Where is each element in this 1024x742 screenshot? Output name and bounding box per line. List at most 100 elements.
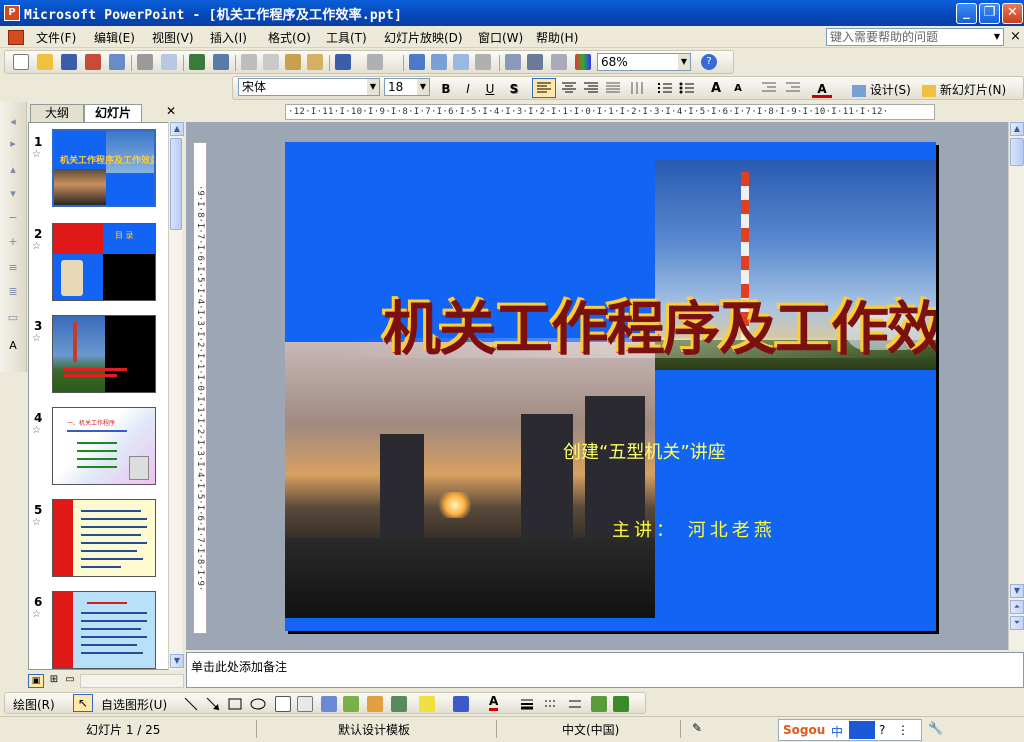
minimize-button[interactable]: _ — [956, 3, 977, 24]
picture-icon[interactable] — [391, 696, 407, 712]
ime-help-icon[interactable]: ? — [879, 723, 885, 737]
scroll-down-icon[interactable]: ▼ — [1010, 584, 1024, 598]
arrow-icon[interactable] — [205, 696, 221, 712]
wrench-icon[interactable]: 🔧 — [928, 721, 943, 735]
new-slide-button[interactable]: 新幻灯片(N) — [922, 81, 1006, 98]
wordart-icon[interactable] — [321, 696, 337, 712]
slide-thumbnail-1[interactable]: 机关工作程序及工作效益 — [52, 129, 156, 207]
chart-icon[interactable] — [409, 54, 425, 70]
tab-slides[interactable]: 幻灯片 — [84, 104, 142, 122]
menu-tools[interactable]: 工具(T) — [326, 29, 367, 46]
fill-color-icon[interactable] — [419, 696, 435, 712]
menu-file[interactable]: 文件(F) — [36, 29, 76, 46]
collapse-all-icon[interactable]: ≡ — [6, 262, 20, 274]
previous-slide-icon[interactable]: ⏶ — [1010, 600, 1024, 614]
bold-button[interactable]: B — [436, 80, 456, 98]
3d-style-icon[interactable] — [613, 696, 629, 712]
powerpoint-icon[interactable]: P — [4, 5, 20, 21]
ime-toolbar[interactable]: Sogou 中 ? ⋮ — [778, 719, 922, 741]
redo-icon[interactable] — [367, 54, 383, 70]
zoom-select[interactable]: 68% ▼ — [597, 53, 691, 71]
align-left-button[interactable] — [532, 78, 556, 98]
shadow-button[interactable]: S — [504, 80, 524, 98]
scroll-thumb[interactable] — [170, 138, 182, 230]
help-icon[interactable]: ? — [701, 54, 717, 70]
color-grayscale-icon[interactable] — [575, 54, 591, 70]
collapse-icon[interactable]: − — [6, 212, 20, 224]
horizontal-scrollbar[interactable] — [80, 674, 184, 688]
spelling-status-icon[interactable]: ✎ — [692, 721, 702, 735]
font-color-button[interactable]: A — [812, 80, 832, 98]
format-painter-icon[interactable] — [307, 54, 323, 70]
autoshapes-menu[interactable]: 自选图形(U) — [101, 696, 167, 713]
slide-subtitle[interactable]: 创建“五型机关”讲座 — [563, 438, 726, 464]
slide-canvas[interactable]: 机关工作程序及工作效益 创建“五型机关”讲座 主讲： 河北老燕 — [285, 142, 936, 631]
table-icon[interactable] — [431, 54, 447, 70]
grow-font-button[interactable]: A — [706, 80, 726, 98]
next-slide-icon[interactable]: ⏷ — [1010, 616, 1024, 630]
align-right-icon[interactable] — [582, 80, 600, 99]
research-icon[interactable] — [213, 54, 229, 70]
paste-icon[interactable] — [285, 54, 301, 70]
justify-icon[interactable] — [604, 80, 622, 99]
menu-edit[interactable]: 编辑(E) — [94, 29, 135, 46]
select-objects-icon[interactable]: ↖ — [73, 694, 93, 712]
clipart-icon[interactable] — [367, 696, 383, 712]
grid-icon[interactable] — [551, 54, 567, 70]
cut-icon[interactable] — [241, 54, 257, 70]
shadow-style-icon[interactable] — [591, 696, 607, 712]
underline-button[interactable]: U — [480, 80, 500, 98]
menu-format[interactable]: 格式(O) — [268, 29, 311, 46]
menu-slideshow[interactable]: 幻灯片放映(D) — [384, 29, 463, 46]
hyperlink-icon[interactable] — [475, 54, 491, 70]
close-button[interactable]: ✕ — [1002, 3, 1023, 24]
align-center-icon[interactable] — [560, 80, 578, 99]
diagram-icon[interactable] — [343, 696, 359, 712]
show-formatting-icon[interactable] — [527, 54, 543, 70]
save-icon[interactable] — [61, 54, 77, 70]
numbering-icon[interactable] — [656, 80, 674, 99]
design-button[interactable]: 设计(S) — [852, 81, 911, 98]
dash-style-icon[interactable] — [543, 696, 559, 712]
demote-icon[interactable]: ▸ — [6, 138, 20, 150]
slide-thumbnail-3[interactable] — [52, 315, 156, 393]
expand-icon[interactable]: + — [6, 236, 20, 248]
tables-borders-icon[interactable] — [453, 54, 469, 70]
open-icon[interactable] — [37, 54, 53, 70]
normal-view-icon[interactable]: ▣ — [28, 674, 44, 688]
chevron-down-icon[interactable]: ▼ — [991, 29, 1003, 45]
font-size-select[interactable]: 18 ▼ — [384, 78, 430, 96]
move-up-icon[interactable]: ▴ — [6, 164, 20, 176]
show-formatting-icon[interactable]: A — [6, 340, 20, 352]
spelling-icon[interactable] — [189, 54, 205, 70]
draw-menu[interactable]: 绘图(R) — [13, 696, 55, 713]
menu-help[interactable]: 帮助(H) — [536, 29, 578, 46]
slide-thumbnail-2[interactable]: 目 录 — [52, 223, 156, 301]
decrease-indent-icon[interactable] — [760, 80, 778, 99]
menu-view[interactable]: 视图(V) — [152, 29, 194, 46]
line-icon[interactable] — [183, 696, 199, 712]
restore-button[interactable]: ❐ — [979, 3, 1000, 24]
scroll-up-icon[interactable]: ▲ — [1010, 122, 1024, 136]
email-icon[interactable] — [109, 54, 125, 70]
new-icon[interactable] — [13, 54, 29, 70]
print-icon[interactable] — [137, 54, 153, 70]
rectangle-icon[interactable] — [227, 696, 243, 712]
slideshow-view-icon[interactable]: ▭ — [62, 674, 78, 688]
line-color-icon[interactable] — [453, 696, 469, 712]
summary-slide-icon[interactable]: ▭ — [6, 312, 20, 324]
undo-icon[interactable] — [335, 54, 351, 70]
document-icon[interactable] — [8, 30, 24, 45]
editor-vertical-scrollbar[interactable]: ▲ ▼ ⏶ ⏷ — [1008, 122, 1024, 650]
bullets-icon[interactable] — [678, 80, 696, 99]
permission-icon[interactable] — [85, 54, 101, 70]
line-style-icon[interactable] — [519, 696, 535, 712]
vertical-textbox-icon[interactable] — [297, 696, 313, 712]
move-down-icon[interactable]: ▾ — [6, 188, 20, 200]
ime-chinese-icon[interactable]: 中 — [831, 723, 843, 740]
ime-skin-icon[interactable] — [849, 721, 875, 739]
slide-list-scrollbar[interactable]: ▲ ▼ — [168, 122, 184, 670]
shrink-font-button[interactable]: A — [728, 80, 748, 98]
ime-menu-icon[interactable]: ⋮ — [897, 723, 909, 737]
promote-icon[interactable]: ◂ — [6, 116, 20, 128]
